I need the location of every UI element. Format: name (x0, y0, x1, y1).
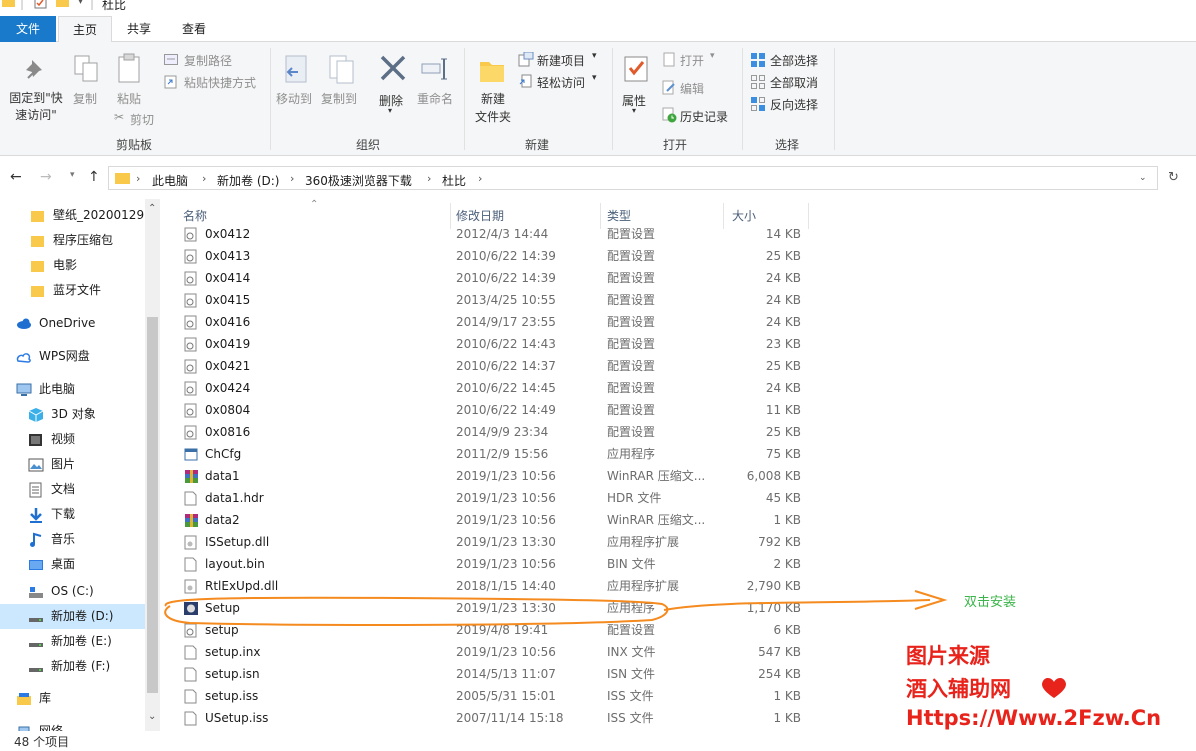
annotation-overlay (164, 590, 948, 626)
heart-icon (1042, 678, 1066, 698)
highlight-loop (164, 596, 669, 626)
watermark-line: 酒入辅助网 (906, 677, 1011, 701)
annotation-label: 双击安装 (964, 595, 1017, 610)
watermark-line: 图片来源 (906, 644, 990, 668)
watermark-line: Https://Www.2Fzw.Cn (906, 706, 1162, 730)
annotation-arrow (663, 590, 948, 611)
